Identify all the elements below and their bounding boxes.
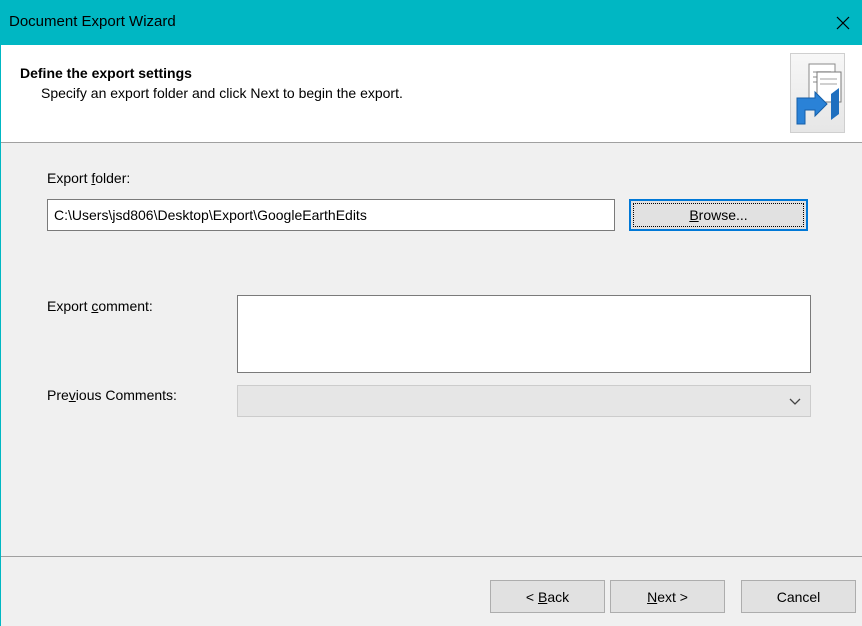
cancel-button[interactable]: Cancel [741, 580, 856, 613]
previous-comments-select[interactable] [237, 385, 811, 417]
header-title: Define the export settings [20, 65, 192, 81]
export-comment-label: Export comment: [47, 298, 153, 314]
chevron-down-icon [789, 398, 801, 405]
close-button[interactable] [823, 0, 862, 45]
next-button[interactable]: Next > [610, 580, 725, 613]
close-icon [836, 16, 850, 29]
wizard-header: Define the export settings Specify an ex… [1, 45, 862, 143]
back-button[interactable]: < Back [490, 580, 605, 613]
browse-button[interactable]: Browse... [629, 199, 808, 231]
document-export-icon [790, 53, 845, 133]
previous-comments-label: Previous Comments: [47, 387, 177, 403]
window-title: Document Export Wizard [9, 13, 176, 30]
export-comment-input[interactable] [237, 295, 811, 373]
export-folder-label: Export folder: [47, 170, 131, 186]
header-subtitle: Specify an export folder and click Next … [41, 85, 403, 101]
title-bar: Document Export Wizard [1, 0, 862, 45]
footer-divider [1, 556, 862, 557]
export-folder-input[interactable] [47, 199, 615, 231]
wizard-window: Document Export Wizard Define the export… [0, 0, 862, 626]
